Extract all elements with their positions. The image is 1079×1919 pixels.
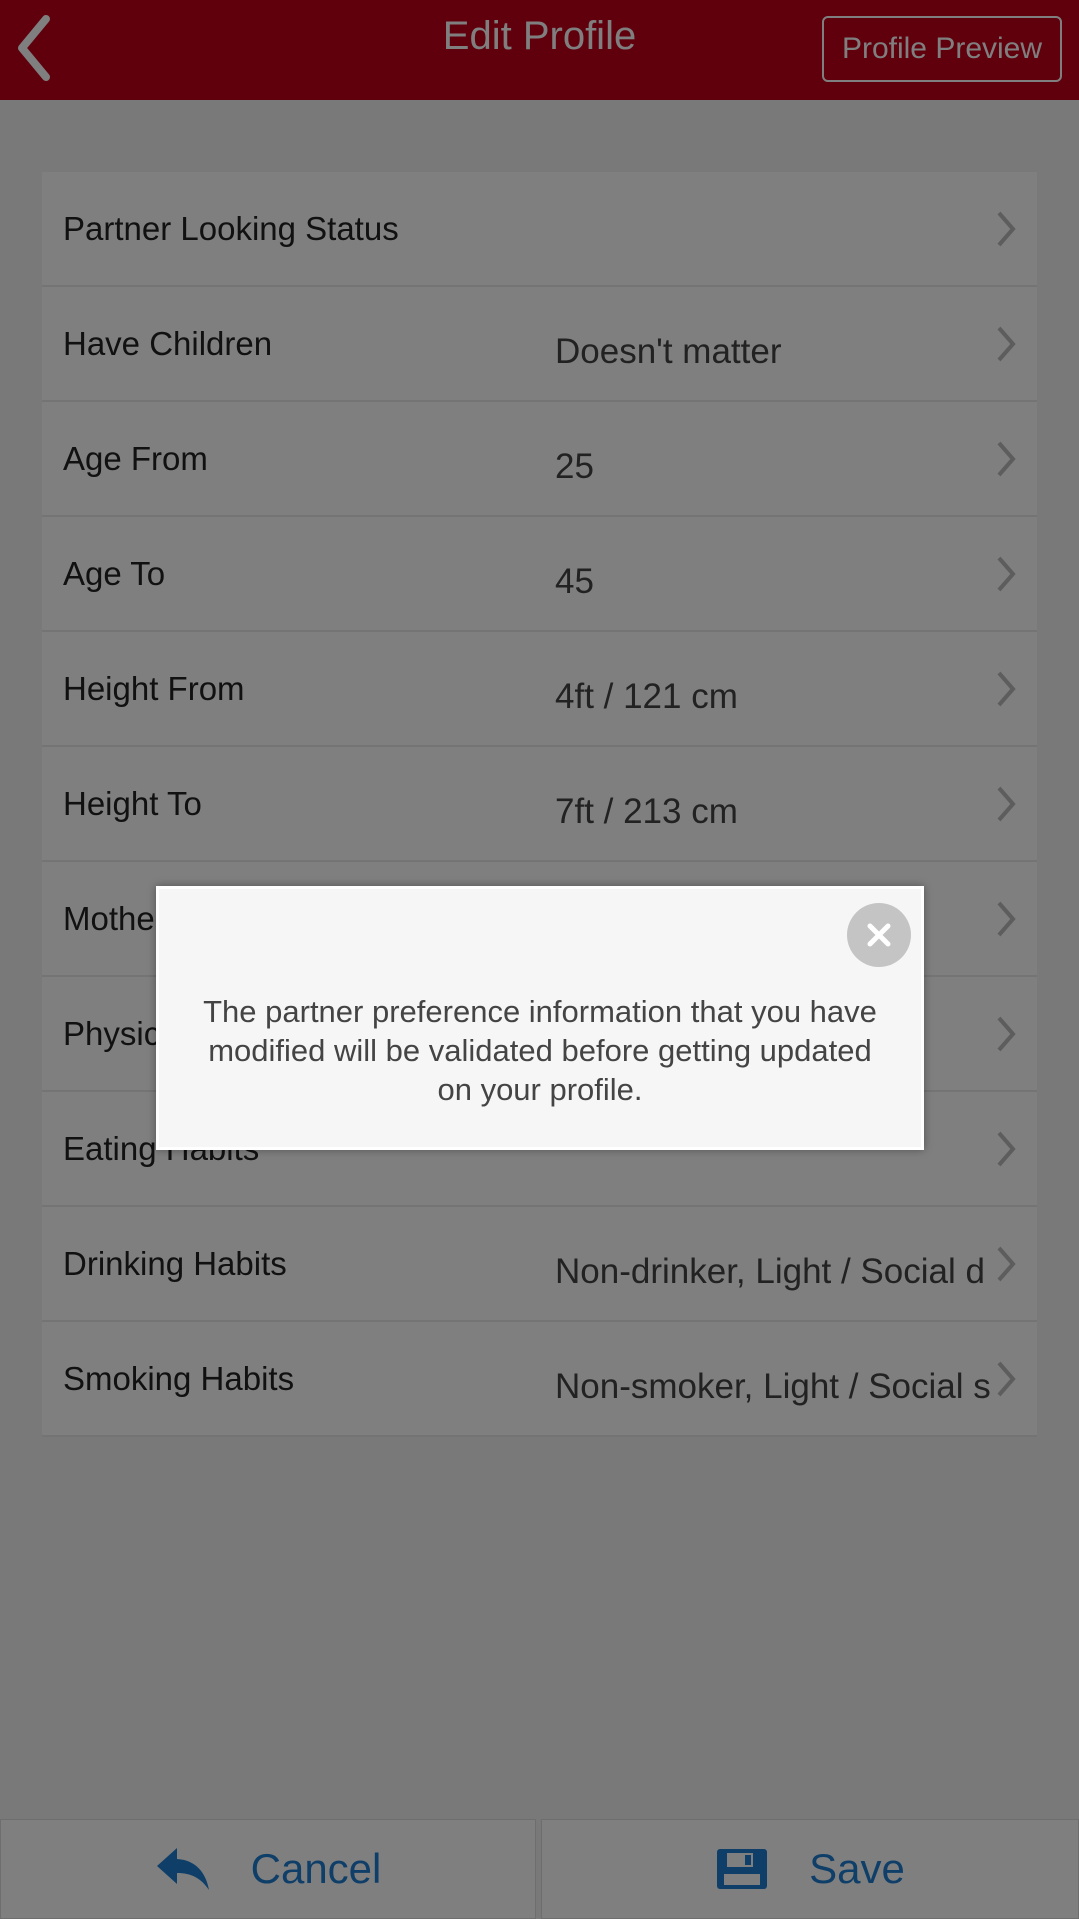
- close-icon: [867, 923, 891, 947]
- info-dialog: The partner preference information that …: [156, 886, 924, 1150]
- dialog-message: The partner preference information that …: [203, 994, 877, 1107]
- close-button[interactable]: [847, 903, 911, 967]
